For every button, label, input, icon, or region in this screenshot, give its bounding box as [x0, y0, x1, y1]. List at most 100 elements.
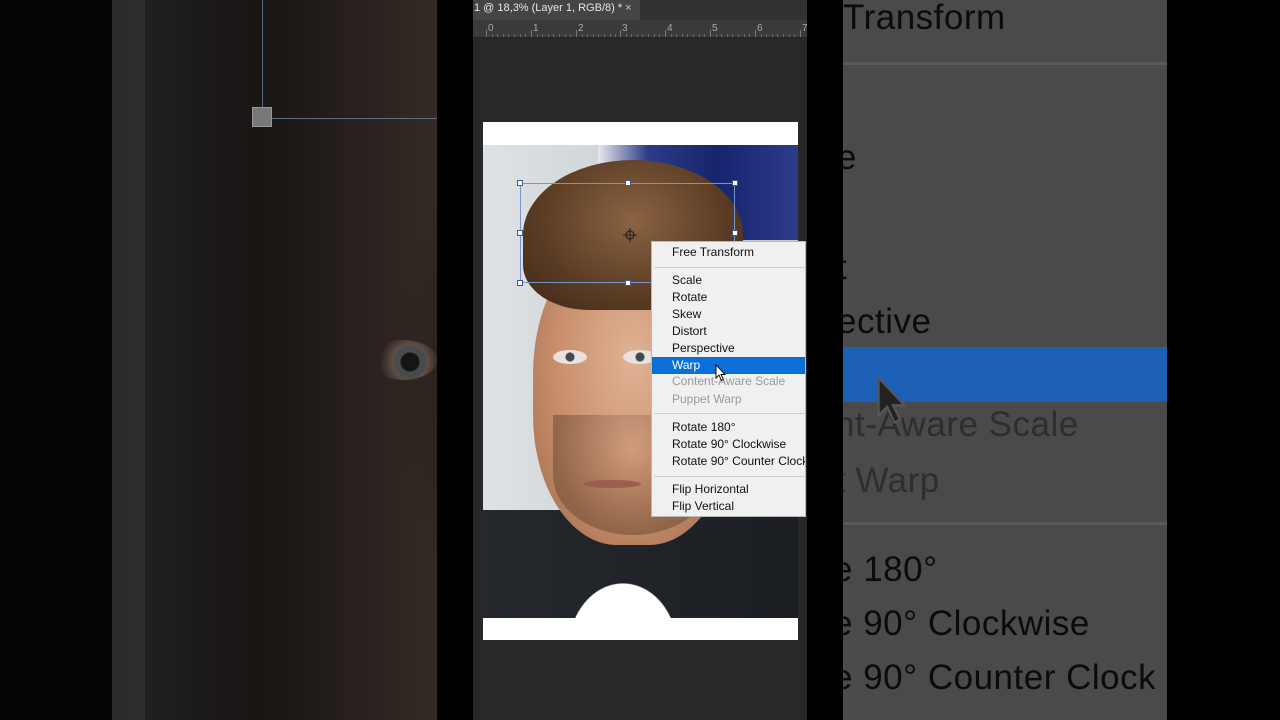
- ruler-minor-tick: [514, 34, 515, 37]
- ruler-number: 1: [533, 23, 539, 34]
- ruler-minor-tick: [716, 34, 717, 37]
- blurred-transform-edge: [262, 118, 437, 119]
- blurred-transform-handle: [252, 107, 272, 127]
- ruler-minor-tick: [542, 34, 543, 37]
- ruler-minor-tick: [637, 34, 638, 37]
- ruler-number: 0: [488, 23, 494, 34]
- ruler-minor-tick: [631, 34, 632, 37]
- ruler-minor-tick: [642, 34, 643, 37]
- menu-item-flip-vertical[interactable]: Flip Vertical: [652, 498, 805, 515]
- ruler-minor-tick: [783, 34, 784, 37]
- photo-mouth: [583, 480, 641, 488]
- menu-item-perspective[interactable]: Perspective: [652, 340, 805, 357]
- ruler-tick: [665, 30, 666, 37]
- blurred-menu-text: e: [843, 138, 857, 177]
- ruler-minor-tick: [654, 34, 655, 37]
- ruler-minor-tick: [565, 34, 566, 37]
- zoomed-background-left: [0, 0, 473, 720]
- ruler-minor-tick: [626, 34, 627, 37]
- blurred-separator: [843, 62, 1167, 65]
- transform-handle[interactable]: [517, 280, 523, 286]
- blurred-menu-text: e 180°: [843, 550, 938, 589]
- reference-point-icon[interactable]: [623, 228, 637, 242]
- menu-item-scale[interactable]: Scale: [652, 272, 805, 289]
- menu-item-warp[interactable]: Warp: [652, 357, 805, 374]
- ruler-minor-tick: [593, 34, 594, 37]
- ruler-minor-tick: [721, 34, 722, 37]
- ruler-minor-tick: [559, 34, 560, 37]
- ruler-minor-tick: [732, 34, 733, 37]
- ruler-minor-tick: [772, 34, 773, 37]
- ruler-minor-tick: [659, 34, 660, 37]
- ruler-number: 5: [712, 23, 718, 34]
- menu-item-rotate-180[interactable]: Rotate 180°: [652, 419, 805, 436]
- ruler-number: 4: [667, 23, 673, 34]
- menu-item-content-aware-scale: Content-Aware Scale: [672, 374, 786, 388]
- ruler-minor-tick: [520, 34, 521, 37]
- menu-item-rotate[interactable]: Rotate: [652, 289, 805, 306]
- ruler-minor-tick: [738, 34, 739, 37]
- menu-item-distort[interactable]: Distort: [652, 323, 805, 340]
- blurred-eye: [370, 340, 437, 380]
- ruler-minor-tick: [492, 34, 493, 37]
- ruler-minor-tick: [704, 34, 705, 37]
- document-tab[interactable]: 1 @ 18,3% (Layer 1, RGB/8) * ×: [473, 0, 640, 20]
- menu-separator: [654, 267, 805, 268]
- ruler-minor-tick: [682, 34, 683, 37]
- ruler-minor-tick: [693, 34, 694, 37]
- ruler-minor-tick: [610, 34, 611, 37]
- transform-handle[interactable]: [732, 180, 738, 186]
- blurred-transform-edge: [262, 0, 263, 118]
- close-icon[interactable]: ×: [625, 2, 631, 14]
- ruler-minor-tick: [587, 34, 588, 37]
- ruler-minor-tick: [615, 34, 616, 37]
- menu-item-flip-horizontal[interactable]: Flip Horizontal: [652, 481, 805, 498]
- transform-handle[interactable]: [625, 280, 631, 286]
- transform-handle[interactable]: [732, 230, 738, 236]
- ruler-minor-tick: [553, 34, 554, 37]
- ruler-minor-tick: [766, 34, 767, 37]
- ruler-minor-tick: [604, 34, 605, 37]
- document-tab-title: 1 @ 18,3% (Layer 1, RGB/8) *: [474, 2, 623, 14]
- transform-handle[interactable]: [517, 180, 523, 186]
- ruler-number: 6: [757, 23, 763, 34]
- ruler-minor-tick: [570, 34, 571, 37]
- ruler-minor-tick: [671, 34, 672, 37]
- horizontal-ruler[interactable]: 0 1 2 3 4 5 6 7: [473, 20, 807, 38]
- ruler-tick: [620, 30, 621, 37]
- mouse-cursor-icon: [715, 364, 727, 382]
- blurred-menu-text: ective: [843, 302, 932, 341]
- ruler-minor-tick: [525, 34, 526, 37]
- transform-handle[interactable]: [517, 230, 523, 236]
- ruler-tick: [576, 30, 577, 37]
- ruler-minor-tick: [676, 34, 677, 37]
- ruler-minor-tick: [598, 34, 599, 37]
- ruler-minor-tick: [508, 34, 509, 37]
- menu-item-rotate-90-ccw[interactable]: Rotate 90° Counter Clockwise: [652, 453, 805, 470]
- ruler-tick: [800, 30, 801, 37]
- ruler-tick: [486, 30, 487, 37]
- ruler-minor-tick: [537, 34, 538, 37]
- ruler-minor-tick: [749, 34, 750, 37]
- menu-item-puppet-warp: Puppet Warp: [672, 392, 742, 406]
- menu-item-skew[interactable]: Skew: [652, 306, 805, 323]
- menu-item-free-transform[interactable]: Free Transform: [652, 244, 805, 261]
- ruler-minor-tick: [794, 34, 795, 37]
- ruler-number: 7: [802, 23, 807, 34]
- ruler-minor-tick: [699, 34, 700, 37]
- ruler-number: 3: [622, 23, 628, 34]
- menu-item-rotate-90-cw[interactable]: Rotate 90° Clockwise: [652, 436, 805, 453]
- ruler-minor-tick: [648, 34, 649, 37]
- transform-context-menu: Free Transform Scale Rotate Skew Distort…: [651, 241, 806, 517]
- ruler-minor-tick: [687, 34, 688, 37]
- blurred-cursor-icon: [877, 375, 908, 425]
- ruler-minor-tick: [548, 34, 549, 37]
- ruler-minor-tick: [727, 34, 728, 37]
- ruler-minor-tick: [497, 34, 498, 37]
- ruler-minor-tick: [503, 34, 504, 37]
- ruler-minor-tick: [777, 34, 778, 37]
- transform-handle[interactable]: [625, 180, 631, 186]
- ruler-minor-tick: [744, 34, 745, 37]
- blurred-menu-text: e 90° Counter Clock: [843, 658, 1157, 697]
- menu-separator: [654, 413, 805, 414]
